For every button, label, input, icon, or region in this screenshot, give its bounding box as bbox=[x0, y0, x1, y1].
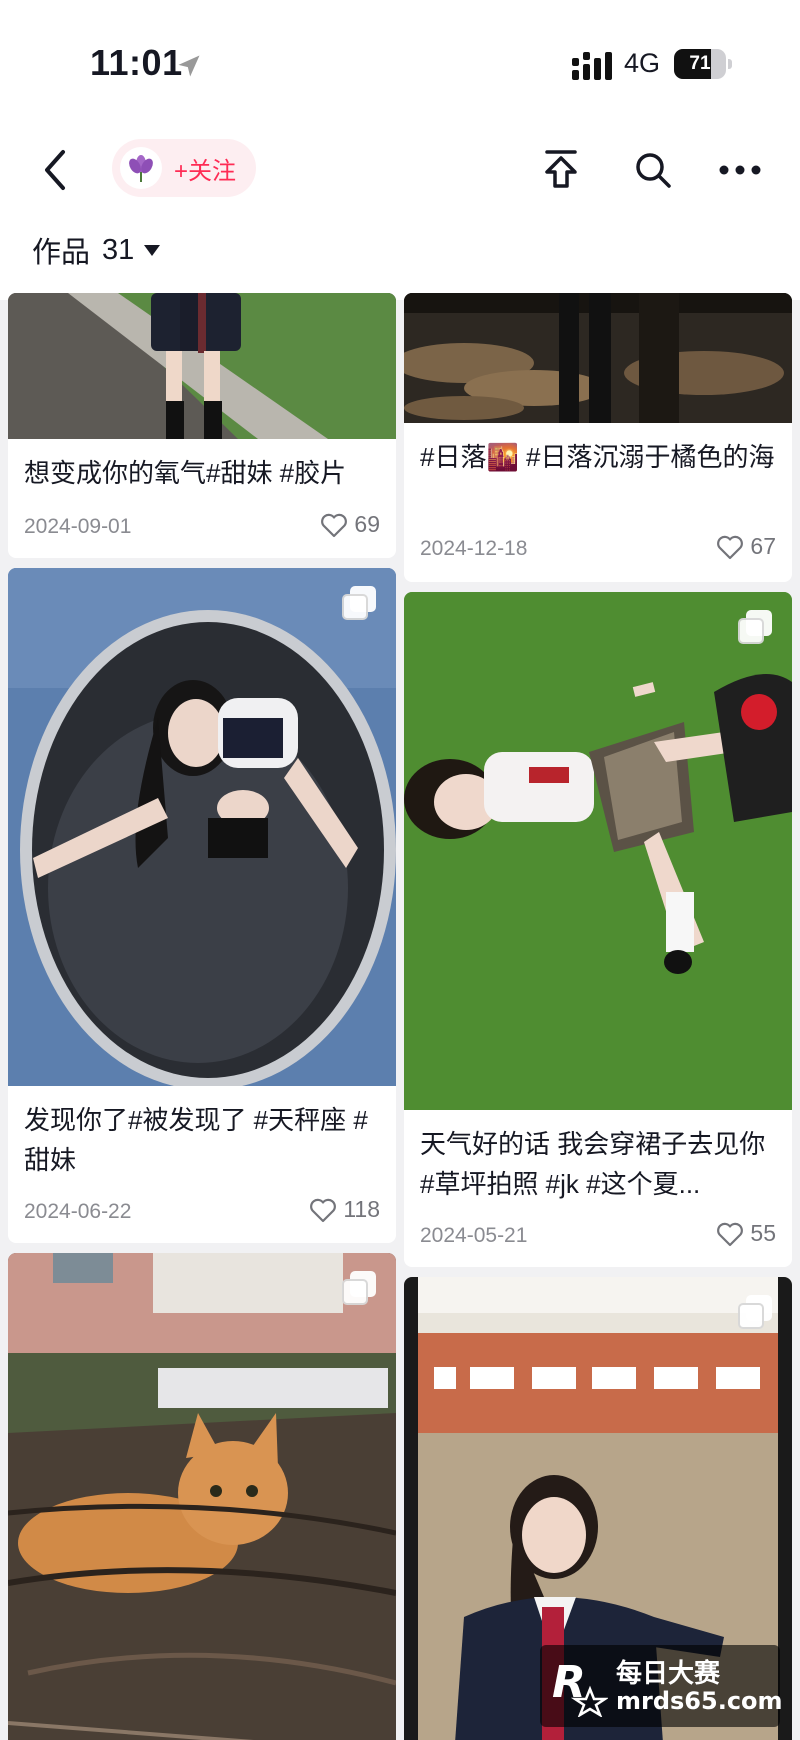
watermark-site: mrds65.com bbox=[616, 1687, 783, 1715]
card-caption: 发现你了#被发现了 #天秤座 #甜妹 bbox=[24, 1105, 368, 1175]
card-caption: 天气好的话 我会穿裙子去见你#草坪拍照 #jk #这个夏... bbox=[420, 1129, 766, 1199]
video-thumbnail bbox=[8, 568, 396, 1086]
like-count: 118 bbox=[343, 1196, 380, 1222]
svg-text:R: R bbox=[552, 1657, 586, 1708]
post-date: 2024-12-18 bbox=[420, 537, 528, 560]
works-count: 31 bbox=[102, 233, 135, 266]
pin-to-top-icon bbox=[545, 150, 577, 188]
more-icon bbox=[719, 165, 761, 175]
card-meta: 2024-05-21 55 bbox=[404, 1210, 792, 1266]
heart-icon bbox=[717, 1222, 744, 1246]
card-meta: 2024-06-22 118 bbox=[8, 1186, 396, 1242]
avatar bbox=[120, 147, 162, 189]
card-caption: 想变成你的氧气#甜妹 #胶片 bbox=[24, 458, 347, 488]
video-card[interactable] bbox=[8, 1253, 396, 1740]
top-bar: 11:01 4G 71 +关注 作品 31 bbox=[0, 0, 800, 300]
like-button[interactable]: 67 bbox=[716, 533, 776, 560]
search-button[interactable] bbox=[629, 146, 677, 194]
video-card[interactable]: 天气好的话 我会穿裙子去见你#草坪拍照 #jk #这个夏... 2024-05-… bbox=[404, 592, 792, 1267]
watermark: R 每日大赛 mrds65.com bbox=[540, 1645, 783, 1727]
battery-level: 71 bbox=[689, 53, 711, 74]
post-date: 2024-05-21 bbox=[420, 1224, 528, 1247]
follow-label: +关注 bbox=[174, 157, 237, 185]
flower-icon bbox=[129, 155, 153, 182]
pin-to-top-button[interactable] bbox=[537, 146, 585, 194]
video-thumbnail bbox=[404, 293, 792, 423]
back-button[interactable] bbox=[30, 142, 80, 198]
heart-icon bbox=[310, 1198, 337, 1222]
location-arrow-icon bbox=[178, 55, 200, 77]
thumbnail-image bbox=[404, 293, 792, 423]
multi-image-icon bbox=[738, 1295, 772, 1329]
video-thumbnail bbox=[404, 592, 792, 1110]
watermark-title: 每日大赛 bbox=[616, 1658, 721, 1688]
works-filter[interactable]: 作品 31 bbox=[32, 230, 161, 270]
like-count: 55 bbox=[750, 1220, 776, 1246]
post-date: 2024-09-01 bbox=[24, 515, 132, 538]
status-time: 11:01 bbox=[90, 42, 183, 83]
like-button[interactable]: 118 bbox=[309, 1196, 380, 1223]
thumbnail-image bbox=[8, 1253, 396, 1740]
heart-icon bbox=[717, 535, 744, 559]
back-icon bbox=[45, 150, 65, 190]
video-card[interactable]: 想变成你的氧气#甜妹 #胶片 2024-09-01 69 bbox=[8, 293, 396, 558]
video-card[interactable]: 发现你了#被发现了 #天秤座 #甜妹 2024-06-22 118 bbox=[8, 568, 396, 1243]
multi-image-icon bbox=[342, 586, 376, 620]
like-count: 67 bbox=[750, 533, 776, 559]
works-grid: 想变成你的氧气#甜妹 #胶片 2024-09-01 69 发现你了#被发现了 #… bbox=[0, 293, 800, 1740]
video-thumbnail bbox=[8, 293, 396, 439]
multi-image-icon bbox=[342, 1271, 376, 1305]
like-button[interactable]: 55 bbox=[716, 1220, 776, 1247]
brand-logo: R bbox=[552, 1657, 608, 1717]
follow-button[interactable]: +关注 bbox=[112, 139, 256, 197]
status-bar: 11:01 4G 71 bbox=[0, 0, 800, 120]
battery-icon: 71 bbox=[674, 49, 732, 79]
works-label: 作品 bbox=[32, 237, 91, 269]
video-card[interactable]: #日落🌇 #日落沉溺于橘色的海 2024-12-18 67 bbox=[404, 293, 792, 582]
multi-image-icon bbox=[738, 610, 772, 644]
card-caption: #日落🌇 #日落沉溺于橘色的海 bbox=[420, 442, 775, 472]
like-button[interactable]: 69 bbox=[320, 511, 380, 538]
video-thumbnail bbox=[8, 1253, 396, 1740]
caret-down-icon bbox=[144, 244, 161, 256]
thumbnail-image bbox=[404, 592, 792, 1110]
card-meta: 2024-09-01 69 bbox=[8, 501, 396, 557]
heart-icon bbox=[321, 513, 348, 537]
thumbnail-image bbox=[8, 293, 396, 439]
network-type: 4G bbox=[624, 48, 661, 78]
signal-icon bbox=[572, 52, 612, 80]
like-count: 69 bbox=[354, 511, 380, 537]
card-meta: 2024-12-18 67 bbox=[404, 523, 792, 579]
nav-bar: +关注 bbox=[0, 130, 800, 210]
more-button[interactable] bbox=[716, 146, 764, 194]
post-date: 2024-06-22 bbox=[24, 1200, 132, 1223]
search-icon bbox=[636, 153, 671, 188]
thumbnail-image bbox=[8, 568, 396, 1086]
